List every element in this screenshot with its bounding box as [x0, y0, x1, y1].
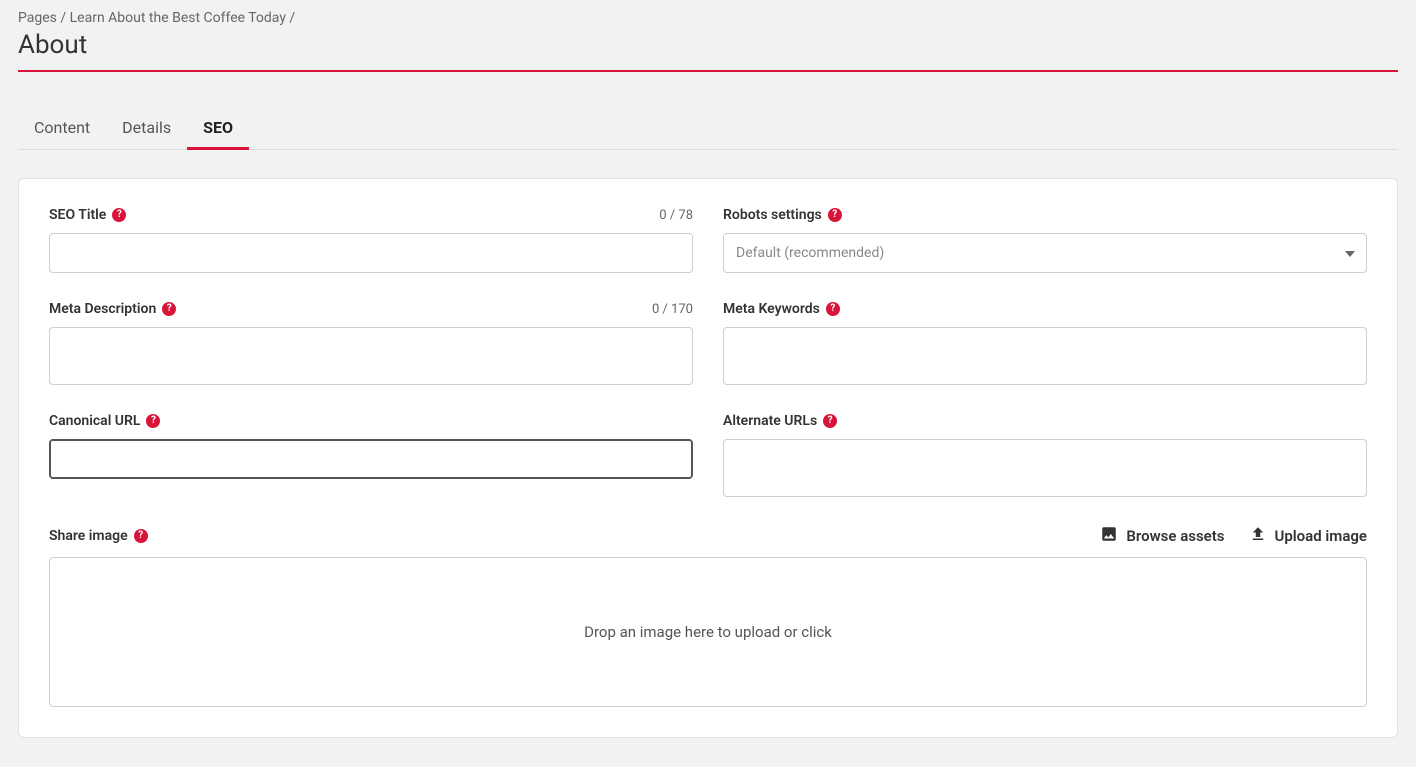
robots-label: Robots settings — [723, 207, 822, 223]
meta-description-label: Meta Description — [49, 301, 156, 317]
alternate-urls-input[interactable] — [723, 439, 1367, 497]
field-meta-keywords: Meta Keywords ? — [723, 301, 1367, 385]
robots-selected-value: Default (recommended) — [723, 233, 1367, 273]
help-icon[interactable]: ? — [162, 302, 176, 316]
breadcrumb-separator: / — [60, 10, 66, 26]
help-icon[interactable]: ? — [826, 302, 840, 316]
meta-description-input[interactable] — [49, 327, 693, 385]
share-image-dropzone[interactable]: Drop an image here to upload or click — [49, 557, 1367, 707]
help-icon[interactable]: ? — [112, 208, 126, 222]
alternate-urls-label: Alternate URLs — [723, 413, 817, 429]
breadcrumb-root[interactable]: Pages — [18, 10, 57, 26]
dropzone-text: Drop an image here to upload or click — [584, 623, 832, 641]
tab-seo[interactable]: SEO — [187, 108, 249, 149]
tab-content[interactable]: Content — [18, 108, 106, 149]
help-icon[interactable]: ? — [134, 529, 148, 543]
seo-title-label: SEO Title — [49, 207, 106, 223]
image-icon — [1100, 525, 1118, 547]
page-title: About — [18, 30, 1398, 60]
upload-image-label: Upload image — [1275, 527, 1368, 545]
breadcrumb: Pages / Learn About the Best Coffee Toda… — [18, 10, 1398, 26]
help-icon[interactable]: ? — [828, 208, 842, 222]
field-meta-description: Meta Description ? 0 / 170 — [49, 301, 693, 385]
field-canonical-url: Canonical URL ? — [49, 413, 693, 497]
seo-card: SEO Title ? 0 / 78 Robots settings ? Def… — [18, 178, 1398, 738]
tab-details[interactable]: Details — [106, 108, 187, 149]
header-divider — [18, 70, 1398, 72]
seo-title-counter: 0 / 78 — [659, 208, 693, 223]
help-icon[interactable]: ? — [146, 414, 160, 428]
robots-select[interactable]: Default (recommended) — [723, 233, 1367, 273]
canonical-url-label: Canonical URL — [49, 413, 140, 429]
share-image-label: Share image — [49, 528, 128, 544]
meta-description-counter: 0 / 170 — [652, 302, 693, 317]
breadcrumb-parent[interactable]: Learn About the Best Coffee Today — [70, 10, 286, 26]
meta-keywords-label: Meta Keywords — [723, 301, 820, 317]
field-share-image: Share image ? Browse assets — [49, 525, 1367, 707]
seo-title-input[interactable] — [49, 233, 693, 273]
upload-icon — [1249, 525, 1267, 547]
browse-assets-button[interactable]: Browse assets — [1100, 525, 1224, 547]
canonical-url-input[interactable] — [49, 439, 693, 479]
help-icon[interactable]: ? — [823, 414, 837, 428]
tabs: Content Details SEO — [18, 108, 1398, 150]
field-alternate-urls: Alternate URLs ? — [723, 413, 1367, 497]
upload-image-button[interactable]: Upload image — [1249, 525, 1368, 547]
field-robots: Robots settings ? Default (recommended) — [723, 207, 1367, 273]
breadcrumb-separator: / — [289, 10, 295, 26]
field-seo-title: SEO Title ? 0 / 78 — [49, 207, 693, 273]
meta-keywords-input[interactable] — [723, 327, 1367, 385]
browse-assets-label: Browse assets — [1126, 527, 1224, 545]
share-image-actions: Browse assets Upload image — [1100, 525, 1367, 547]
